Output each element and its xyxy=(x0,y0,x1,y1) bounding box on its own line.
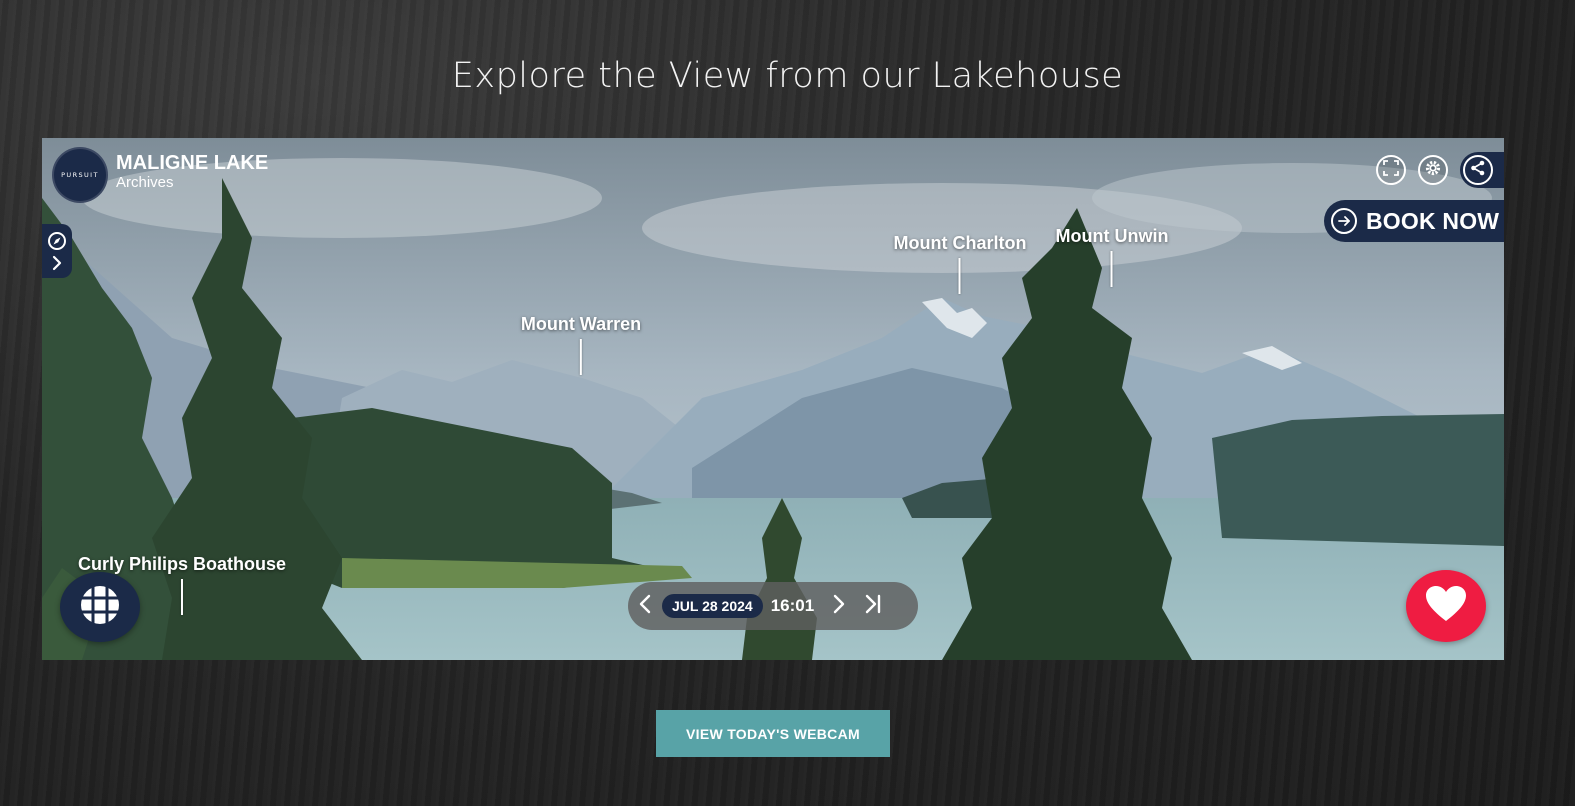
chevron-right-icon xyxy=(832,594,846,618)
poi-mount-charlton[interactable]: Mount Charlton xyxy=(893,233,1027,294)
poi-label: Mount Warren xyxy=(520,314,642,334)
heart-icon xyxy=(1425,585,1467,627)
chevron-left-icon xyxy=(638,594,652,618)
fullscreen-button[interactable] xyxy=(1376,155,1406,185)
poi-label: Curly Philips Boathouse xyxy=(77,554,287,574)
poi-pointer xyxy=(181,579,183,615)
time-navigation-bar: JUL 28 2024 16:01 xyxy=(628,582,918,630)
poi-pointer xyxy=(958,258,961,294)
view-todays-webcam-button[interactable]: VIEW TODAY'S WEBCAM xyxy=(656,710,890,757)
share-button[interactable] xyxy=(1463,155,1493,185)
viewer-toolbar xyxy=(1376,152,1504,188)
book-now-button[interactable]: BOOK NOW xyxy=(1324,200,1504,242)
page-title: Explore the View from our Lakehouse xyxy=(451,56,1124,96)
grid-icon xyxy=(79,584,121,630)
date-selector[interactable]: JUL 28 2024 xyxy=(662,594,763,618)
next-image-button[interactable] xyxy=(822,582,856,630)
poi-mount-unwin[interactable]: Mount Unwin xyxy=(1055,226,1169,287)
poi-label: Mount Unwin xyxy=(1055,226,1169,246)
book-now-label: BOOK NOW xyxy=(1366,207,1500,234)
gear-icon xyxy=(1424,159,1442,181)
poi-pointer xyxy=(1111,251,1113,287)
compass-icon[interactable] xyxy=(47,231,67,255)
poi-label: Mount Charlton xyxy=(893,233,1027,253)
location-subtitle: Archives xyxy=(116,174,174,191)
side-menu-tab[interactable] xyxy=(42,224,72,278)
webcam-panorama-viewer[interactable]: PURSUIT MALIGNE LAKE Archives BOOK NOW M… xyxy=(42,138,1504,660)
chevron-right-icon[interactable] xyxy=(50,255,64,275)
time-display[interactable]: 16:01 xyxy=(771,596,814,616)
location-title: MALIGNE LAKE Archives xyxy=(116,152,268,191)
poi-pointer xyxy=(579,339,582,375)
previous-image-button[interactable] xyxy=(628,582,662,630)
grid-menu-button[interactable] xyxy=(60,572,140,642)
latest-image-button[interactable] xyxy=(856,582,890,630)
location-name: MALIGNE LAKE xyxy=(116,152,269,174)
favorite-button[interactable] xyxy=(1406,570,1486,642)
arrow-right-circle-icon xyxy=(1331,208,1357,234)
settings-button[interactable] xyxy=(1418,155,1448,185)
share-tab[interactable] xyxy=(1460,152,1504,188)
poi-mount-warren[interactable]: Mount Warren xyxy=(521,314,641,375)
skip-to-end-icon xyxy=(864,594,882,618)
brand-logo[interactable]: PURSUIT xyxy=(52,147,108,203)
fullscreen-icon xyxy=(1383,160,1399,180)
share-icon xyxy=(1469,159,1487,181)
